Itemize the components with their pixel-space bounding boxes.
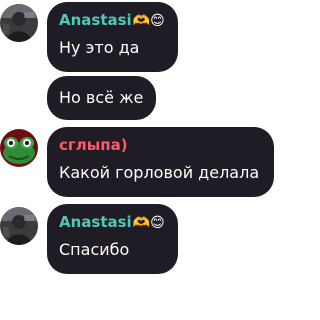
avatar-sglypa[interactable]	[0, 129, 38, 167]
message-bubble-3[interactable]: сглыпа) Какой горловой делала	[47, 127, 274, 197]
person-photo-icon	[0, 207, 38, 245]
message-text: Спасибо	[59, 240, 130, 259]
chat-feed: Anastasi🫶😊 Ну это да Но всё же сглыпа) К…	[0, 0, 276, 320]
message-bubble-1[interactable]: Anastasi🫶😊 Ну это да	[47, 2, 178, 72]
message-text: Но всё же	[59, 88, 144, 107]
avatar-anastasi[interactable]	[0, 207, 38, 245]
message-text: Ну это да	[59, 38, 140, 57]
message-text: Какой горловой делала	[59, 163, 260, 182]
author-name-anastasi[interactable]: Anastasi🫶😊	[59, 11, 165, 30]
author-name-sglypa[interactable]: сглыпа)	[59, 136, 128, 154]
author-emoji: 🫶😊	[132, 13, 165, 29]
message-bubble-4[interactable]: Anastasi🫶😊 Спасибо	[47, 204, 178, 274]
avatar-anastasi[interactable]	[0, 4, 38, 42]
frog-icon	[0, 129, 38, 167]
person-photo-icon	[0, 4, 38, 42]
author-name-text: Anastasi	[59, 11, 132, 29]
author-name-text: Anastasi	[59, 213, 132, 231]
author-name-anastasi[interactable]: Anastasi🫶😊	[59, 213, 165, 232]
message-bubble-2[interactable]: Но всё же	[47, 76, 156, 120]
author-emoji: 🫶😊	[132, 215, 165, 231]
